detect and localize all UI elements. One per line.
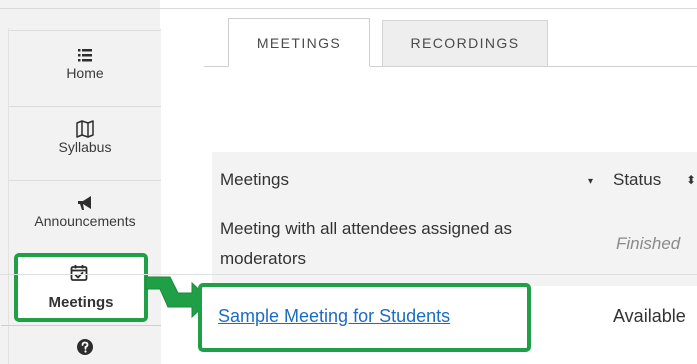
meeting-status: Finished — [616, 234, 681, 253]
top-divider — [0, 8, 697, 9]
sidebar-item-label: Meetings — [48, 294, 114, 311]
table-header: Meetings ▾ Status ⬍ — [212, 152, 697, 212]
screenshot-frame: Home Syllabus Announcements Meetings MEE… — [0, 0, 697, 364]
list-icon — [78, 49, 92, 62]
sidebar-item-label: Home — [66, 65, 104, 81]
sidebar-item-meetings[interactable]: Meetings — [14, 253, 148, 322]
help-icon — [77, 339, 93, 355]
column-header-meetings[interactable]: Meetings — [220, 170, 289, 190]
meeting-status: Available — [613, 306, 686, 326]
meeting-title: Meeting with all attendees assigned as m… — [220, 219, 513, 268]
sidebar-item-announcements[interactable]: Announcements — [9, 180, 161, 255]
sort-caret-down-icon[interactable]: ▾ — [588, 176, 593, 187]
sidebar-item-syllabus[interactable]: Syllabus — [9, 106, 161, 181]
sidebar-item-label: Announcements — [34, 213, 136, 229]
map-icon — [76, 120, 94, 138]
link-highlight-box: Sample Meeting for Students — [198, 283, 531, 352]
sidebar-item-help[interactable] — [9, 336, 161, 364]
megaphone-icon — [78, 196, 91, 210]
column-header-status[interactable]: Status — [613, 170, 661, 190]
sort-toggle-icon[interactable]: ⬍ — [686, 173, 696, 187]
tab-meetings[interactable]: MEETINGS — [228, 18, 370, 67]
calendar-check-icon — [70, 265, 88, 281]
row-divider — [0, 274, 697, 275]
sidebar-item-label: Syllabus — [58, 139, 112, 155]
sidebar-item-home[interactable]: Home — [9, 30, 161, 107]
tab-recordings[interactable]: RECORDINGS — [382, 20, 548, 66]
sidebar-divider — [1, 325, 161, 326]
meeting-link-sample[interactable]: Sample Meeting for Students — [218, 306, 450, 327]
